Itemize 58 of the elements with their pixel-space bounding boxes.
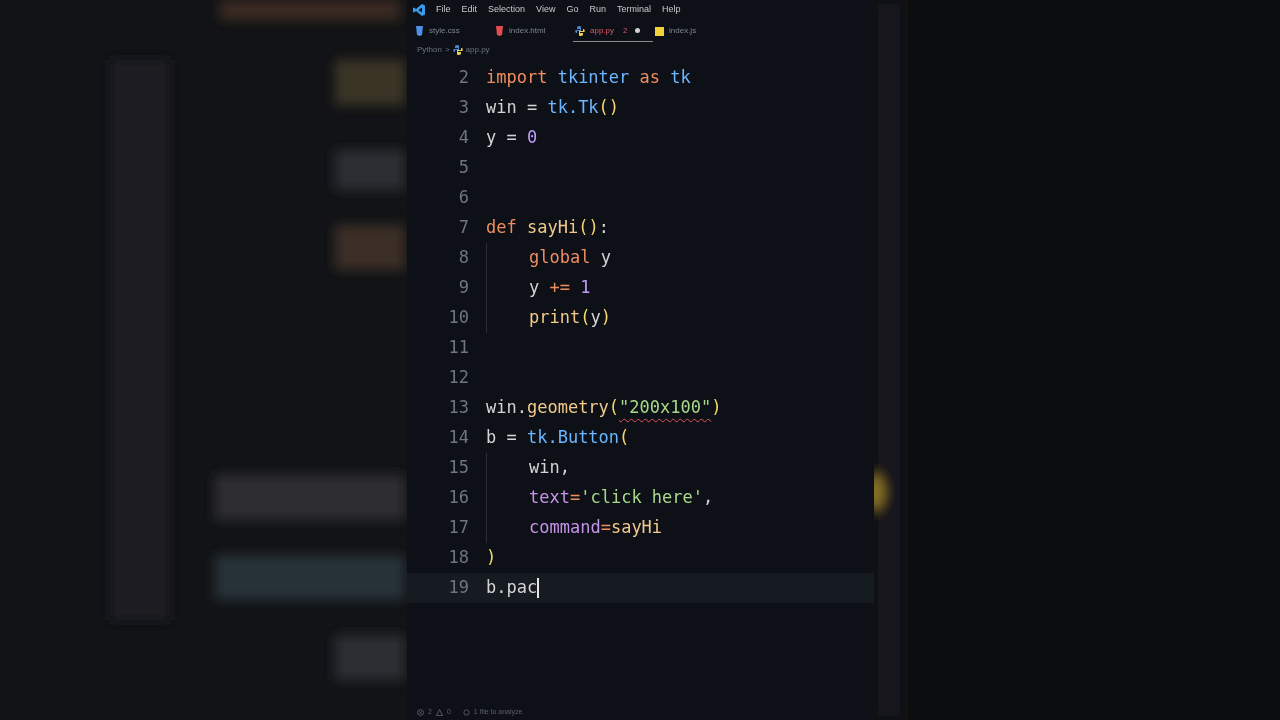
code-line: )	[486, 546, 497, 570]
line-number: 6	[457, 186, 469, 210]
menu-item[interactable]: Go	[566, 3, 579, 17]
editor-logo-icon	[413, 4, 425, 16]
python-file-icon	[575, 25, 585, 36]
line-number: 8	[457, 246, 469, 270]
line-number: 7	[457, 216, 469, 240]
code-line: def sayHi():	[486, 216, 609, 240]
menu-item[interactable]: Run	[589, 3, 606, 17]
editor-tab[interactable]: app.py 2	[573, 20, 653, 42]
code-line: import tkinter as tk	[486, 66, 691, 90]
line-number: 19	[447, 576, 469, 600]
menu-item[interactable]: Selection	[488, 3, 526, 17]
text-cursor	[537, 578, 540, 598]
line-number: 4	[457, 126, 469, 150]
menu-item[interactable]: Terminal	[616, 3, 651, 17]
breadcrumb-separator: >	[444, 44, 450, 56]
problem-count: 2	[623, 24, 628, 37]
css-file-icon	[415, 26, 424, 36]
line-number: 14	[447, 426, 469, 450]
line-number: 16	[447, 486, 469, 510]
code-line: text='click here',	[529, 486, 714, 510]
editor-tab[interactable]: style.css	[413, 20, 493, 42]
menu-item[interactable]: Edit	[461, 3, 478, 17]
line-number: 13	[447, 396, 469, 420]
code-line: b.pac	[486, 576, 538, 600]
code-line: global y	[529, 246, 611, 270]
code-line: y = 0	[486, 126, 538, 150]
editor-tab[interactable]: index.html	[493, 20, 573, 42]
js-file-icon	[655, 26, 664, 36]
menu-item[interactable]: File	[436, 3, 451, 17]
menu-item[interactable]: View	[536, 3, 556, 17]
line-number: 18	[447, 546, 469, 570]
code-line: y += 1	[529, 276, 591, 300]
code-line: b = tk.Button(	[486, 426, 630, 450]
code-line: print(y)	[529, 306, 611, 330]
code-line: win.geometry("200x100")	[486, 396, 722, 420]
code-line: win,	[529, 456, 570, 480]
editor-tab[interactable]: index.js	[653, 20, 733, 42]
menu-item[interactable]: Help	[661, 3, 681, 17]
line-number: 12	[447, 366, 469, 390]
breadcrumb-item[interactable]: app.py	[465, 44, 490, 56]
line-number: 11	[447, 336, 469, 360]
html-file-icon	[495, 26, 504, 36]
python-file-icon	[452, 45, 463, 55]
line-number: 2	[457, 66, 469, 90]
line-number: 9	[457, 276, 469, 300]
code-line: win = tk.Tk()	[486, 96, 620, 120]
breadcrumb-item[interactable]: Python	[417, 44, 442, 56]
error-icon	[417, 708, 424, 716]
sync-icon	[462, 708, 470, 716]
line-number: 10	[447, 306, 469, 330]
code-line: command=sayHi	[529, 516, 663, 540]
line-number: 17	[447, 516, 469, 540]
line-number: 3	[457, 96, 469, 120]
line-number: 5	[457, 156, 469, 180]
line-number: 15	[447, 456, 469, 480]
warning-icon	[435, 708, 443, 716]
